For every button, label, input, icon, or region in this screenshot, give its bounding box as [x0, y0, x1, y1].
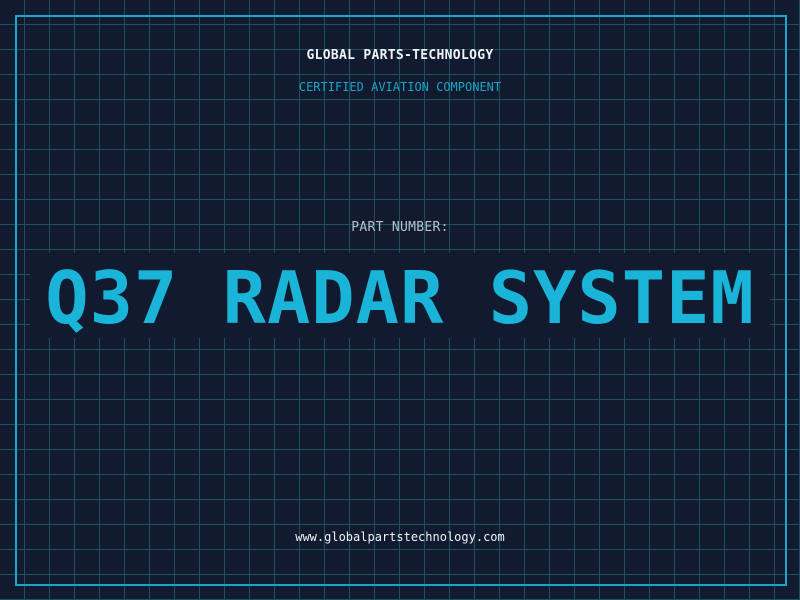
website-url: www.globalpartstechnology.com: [295, 530, 505, 544]
label-card: GLOBAL PARTS-TECHNOLOGY CERTIFIED AVIATI…: [0, 0, 800, 600]
part-number-label: PART NUMBER:: [351, 220, 449, 235]
brand-tagline: CERTIFIED AVIATION COMPONENT: [298, 80, 502, 94]
brand-name: GLOBAL PARTS-TECHNOLOGY: [306, 48, 494, 63]
part-name: Q37 RADAR SYSTEM: [45, 256, 755, 340]
